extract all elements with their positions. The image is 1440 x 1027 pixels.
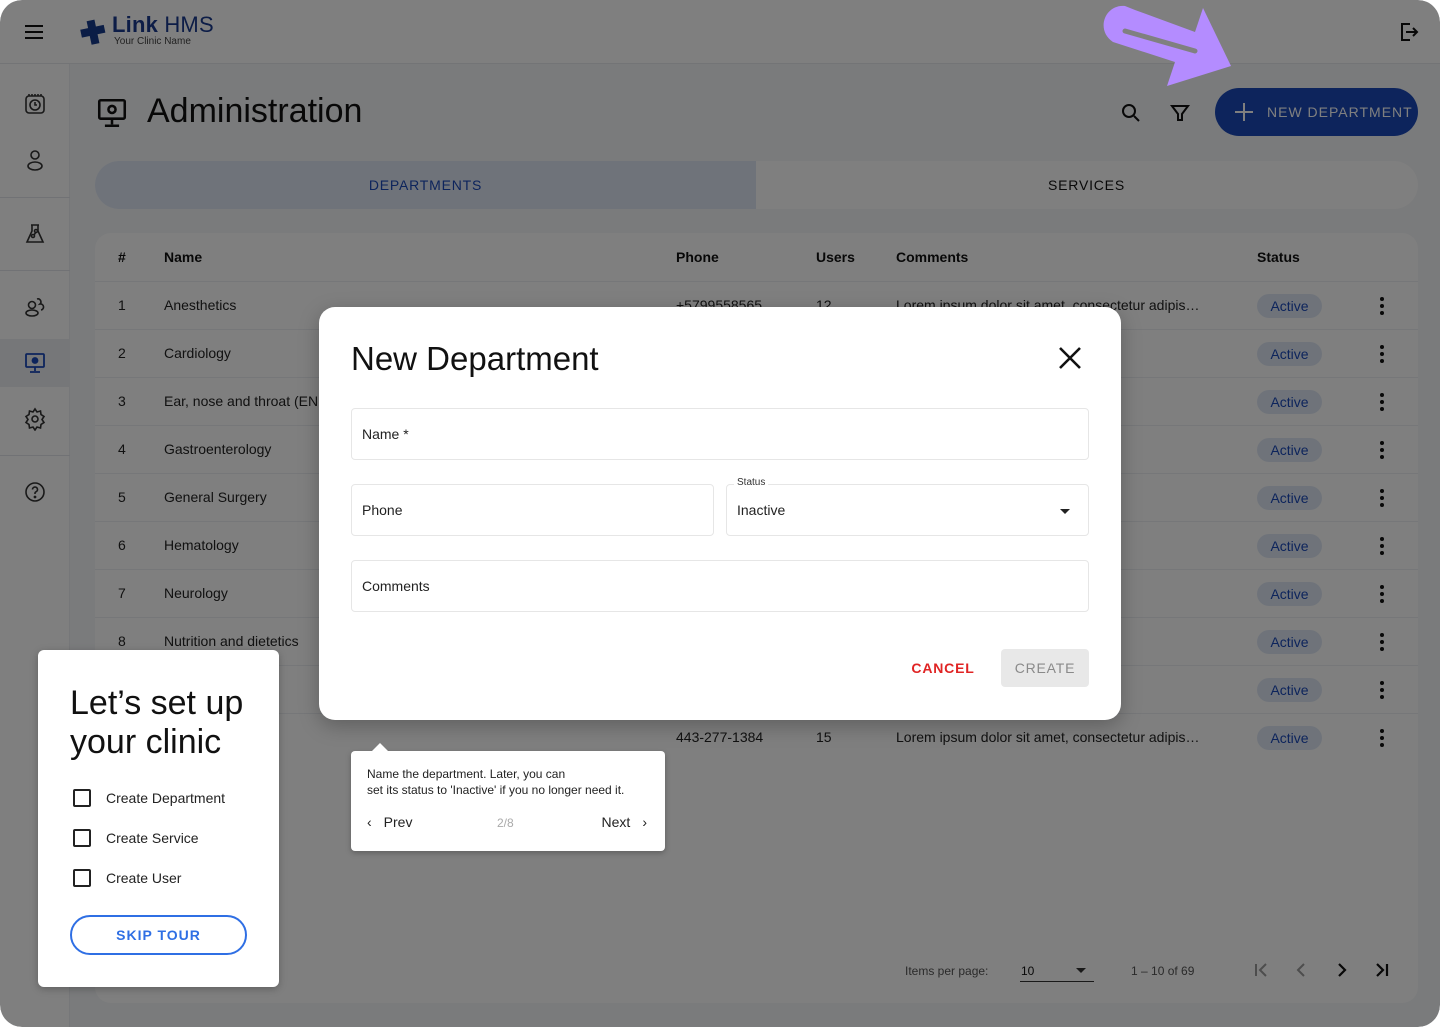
tooltip-text: Name the department. Later, you can set … (367, 767, 625, 797)
status-value: Inactive (737, 502, 786, 518)
new-department-dialog: New Department Name * Phone Status Inact… (319, 307, 1121, 720)
status-label: Status (734, 477, 769, 488)
tour-title: Let’s set up your clinic (70, 684, 244, 761)
chevron-right-icon: › (642, 814, 647, 830)
close-icon[interactable] (1057, 345, 1083, 371)
checkbox[interactable] (73, 789, 91, 807)
chevron-left-icon: ‹ (367, 814, 372, 830)
tooltip-prev-button[interactable]: ‹ Prev (367, 814, 412, 830)
dialog-title: New Department (351, 340, 599, 377)
comments-field[interactable]: Comments (351, 560, 1089, 612)
phone-field[interactable]: Phone (351, 484, 714, 536)
tooltip-next-button[interactable]: Next › (602, 814, 647, 830)
skip-tour-button[interactable]: SKIP TOUR (70, 915, 247, 955)
checklist-item-create-service[interactable]: Create Service (73, 829, 199, 847)
status-select[interactable]: Status Inactive (726, 477, 1089, 536)
dropdown-caret-icon (1060, 509, 1070, 514)
checkbox[interactable] (73, 829, 91, 847)
name-field[interactable]: Name * (351, 408, 1089, 460)
checkbox[interactable] (73, 869, 91, 887)
checklist-item-create-department[interactable]: Create Department (73, 789, 225, 807)
tour-pointer-arrow-icon (1103, 5, 1231, 87)
setup-tour-card: Let’s set up your clinic Create Departme… (38, 650, 279, 987)
tooltip-step-counter: 2/8 (497, 816, 514, 830)
cancel-button[interactable]: CANCEL (903, 649, 983, 687)
app-window: Link HMS Your Clinic Name (0, 0, 1440, 1027)
checklist-item-create-user[interactable]: Create User (73, 869, 181, 887)
create-button[interactable]: CREATE (1001, 649, 1089, 687)
tour-tooltip: Name the department. Later, you can set … (351, 743, 665, 851)
